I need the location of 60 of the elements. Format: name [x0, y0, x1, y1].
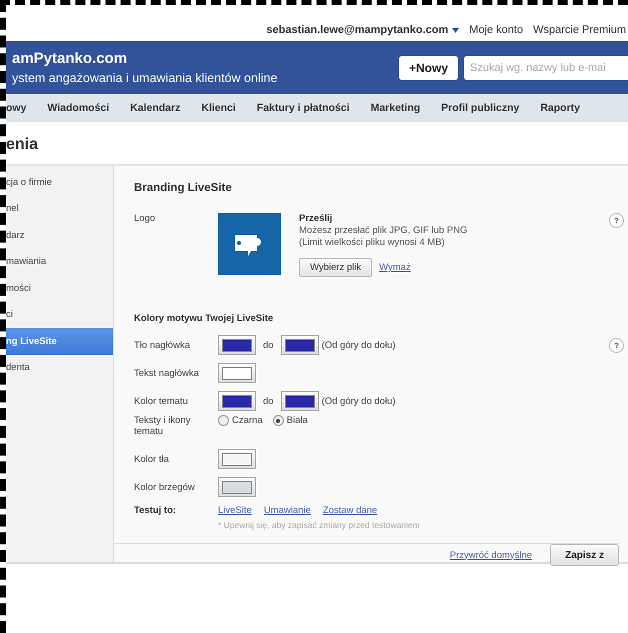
upload-hint: Możesz przesłać plik JPG, GIF lub PNG [299, 225, 468, 236]
color-picker[interactable] [218, 391, 256, 411]
page-title: enia [6, 135, 40, 155]
color-picker[interactable] [218, 449, 256, 469]
color-picker[interactable] [280, 335, 319, 355]
field-label: Teksty i ikony tematu [134, 415, 192, 437]
remove-link[interactable]: Wymaż [379, 262, 411, 273]
sidebar-item[interactable]: mawiania [6, 248, 113, 275]
joiner-text: do [263, 396, 274, 406]
joiner-text: do [263, 340, 274, 350]
test-link[interactable]: Zostaw dane [322, 505, 378, 516]
save-button[interactable]: Zapisz z [550, 544, 619, 566]
field-label: Kolor tła [134, 454, 170, 464]
sidebar-item[interactable]: denta [6, 354, 113, 381]
sidebar-item[interactable]: mości [6, 275, 113, 302]
caret-icon [452, 28, 460, 32]
nav-item[interactable]: Raporty [540, 102, 580, 114]
field-label: Kolor tematu [134, 396, 189, 406]
top-link[interactable]: Moje konto [469, 24, 524, 36]
account-email[interactable]: sebastian.lewe@mampytanko.com [266, 24, 460, 36]
test-link[interactable]: LiveSite [218, 505, 252, 516]
subsection-title: Kolory motywu Twojej LiveSite [134, 313, 274, 324]
color-picker[interactable] [218, 335, 256, 355]
test-note: * Upewnij się, aby zapisać zmiany przed testowaniem [218, 520, 421, 530]
logo-drawing [218, 213, 281, 275]
new-button[interactable]: +Nowy [398, 56, 458, 80]
nav-item[interactable]: Profil publiczny [441, 102, 520, 114]
nav-item[interactable]: Kalendarz [130, 102, 180, 114]
brand-name: amPytanko.com [12, 50, 128, 67]
upload-title: Prześlij [299, 213, 334, 224]
nav-item[interactable]: Klienci [201, 102, 236, 114]
choose-file-button[interactable]: Wybierz plik [299, 258, 372, 277]
nav-item[interactable]: Faktury i płatności [256, 102, 350, 114]
sidebar-item[interactable]: darz [6, 222, 113, 248]
color-picker[interactable] [218, 477, 256, 497]
field-label: Kolor brzegów [134, 482, 196, 492]
section-title: Branding LiveSite [134, 182, 233, 194]
gradient-note: (Od góry do dołu) [322, 396, 396, 406]
nav-item[interactable]: Wiadomości [47, 102, 110, 114]
nav-item[interactable]: Marketing [370, 102, 420, 114]
brand-tagline: ystem angażowania i umawiania klientów online [12, 71, 278, 85]
color-picker[interactable] [280, 391, 319, 411]
size-hint: (Limit wielkości pliku wynosi 4 MB) [299, 237, 446, 248]
field-label: Testuj to: [134, 505, 178, 516]
top-link[interactable]: Wsparcie Premium [533, 24, 626, 36]
radio-option[interactable]: Biała [272, 415, 308, 426]
color-picker[interactable] [218, 363, 256, 383]
field-label: Tekst nagłówka [134, 368, 200, 378]
field-label: Logo [134, 213, 156, 224]
test-link[interactable]: Umawianie [264, 505, 311, 516]
gradient-note: (Od góry do dołu) [322, 340, 396, 350]
reset-link[interactable]: Przywróć domyślne [450, 550, 532, 560]
sidebar-item[interactable]: ng LiveSite [6, 328, 113, 354]
nav-item[interactable]: owy [6, 102, 26, 114]
field-label: Tło nagłówka [134, 340, 191, 350]
sidebar-item[interactable]: ci [6, 302, 113, 328]
search-field[interactable]: Szukaj wg. nazwy lub e-mai [464, 56, 628, 80]
sidebar-item[interactable]: nel [6, 196, 113, 222]
sidebar-item[interactable]: cja o firmie [6, 169, 113, 196]
radio-option[interactable]: Czarna [218, 415, 263, 426]
